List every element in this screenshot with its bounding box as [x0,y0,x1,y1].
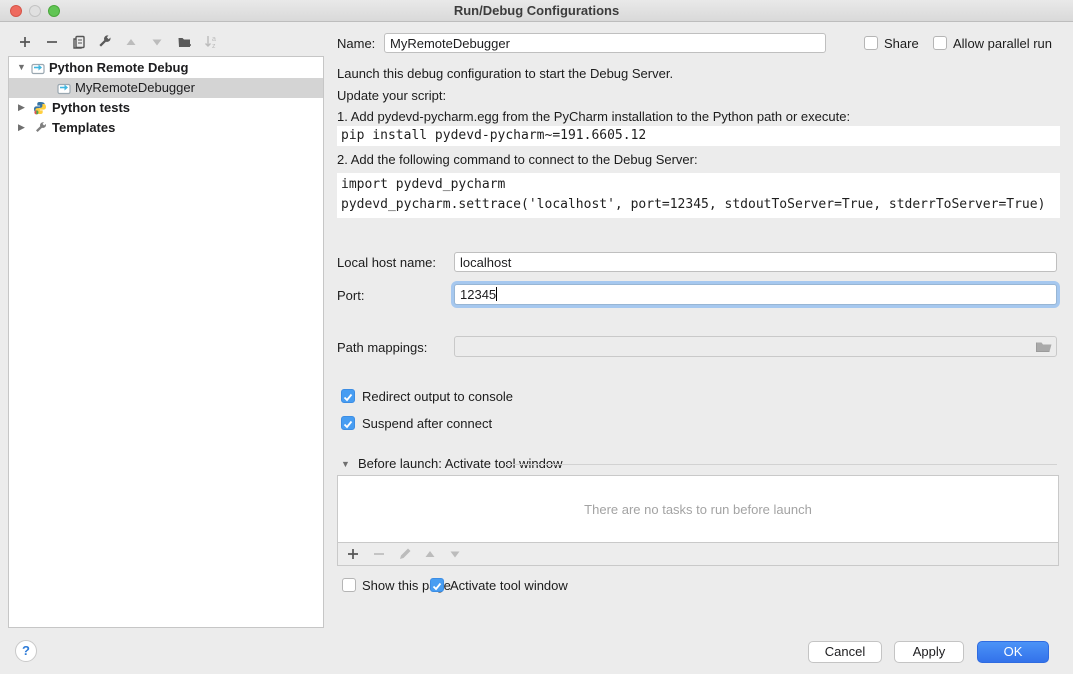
move-down-icon [149,34,165,50]
path-mappings-label: Path mappings: [337,340,427,355]
allow-parallel-run-checkbox[interactable] [933,36,947,50]
settrace-code: import pydevd_pycharm pydevd_pycharm.sett… [337,173,1060,218]
edit-templates-wrench-icon[interactable] [97,34,113,50]
suspend-after-connect-checkbox[interactable] [341,416,355,430]
instruction-line-1: Launch this debug configuration to start… [337,66,673,81]
remove-configuration-icon[interactable] [44,34,60,50]
name-label: Name: [337,36,375,51]
instruction-step-2: 2. Add the following command to connect … [337,152,698,167]
chevron-right-icon[interactable]: ▶ [18,122,25,133]
move-task-up-icon [422,546,438,562]
chevron-down-icon[interactable]: ▼ [17,62,26,72]
remote-debug-config-icon [31,61,45,75]
empty-task-list-text: There are no tasks to run before launch [584,502,812,517]
browse-folder-icon[interactable] [1035,339,1053,354]
remote-debug-config-icon [57,81,71,95]
before-launch-task-list[interactable]: There are no tasks to run before launch [337,475,1059,543]
svg-text:a: a [212,36,216,43]
pip-install-code: pip install pydevd-pycharm~=191.6605.12 [337,126,1060,146]
ok-button[interactable]: OK [977,641,1049,663]
tree-item-python-remote-debug[interactable]: ▼ Python Remote Debug [9,58,323,78]
show-this-page-checkbox[interactable] [342,578,356,592]
svg-text:z: z [212,43,216,50]
instruction-step-1: 1. Add pydevd-pycharm.egg from the PyCha… [337,109,850,124]
move-up-icon [123,34,139,50]
instruction-line-2: Update your script: [337,88,446,103]
code-line-2: pydevd_pycharm.settrace('localhost', por… [341,197,1045,212]
chevron-right-icon[interactable]: ▶ [18,102,25,113]
name-input[interactable]: MyRemoteDebugger [384,33,826,53]
before-launch-collapse-icon[interactable]: ▼ [341,459,350,469]
configurations-tree: ▼ Python Remote Debug MyRemoteDebugger ▶… [8,56,324,628]
apply-button[interactable]: Apply [894,641,964,663]
tree-item-python-tests[interactable]: ▶ Python tests [9,98,323,118]
local-host-name-input[interactable]: localhost [454,252,1057,272]
add-configuration-icon[interactable] [17,34,33,50]
help-button[interactable]: ? [15,640,37,662]
allow-parallel-run-label[interactable]: Allow parallel run [953,36,1052,51]
text-caret [496,287,497,301]
suspend-after-connect-label[interactable]: Suspend after connect [362,416,492,431]
add-task-icon[interactable] [345,546,361,562]
edit-task-pencil-icon [397,546,413,562]
templates-wrench-icon [34,121,48,135]
tree-item-label: Python tests [52,100,130,115]
copy-configuration-icon[interactable] [71,34,87,50]
cancel-button[interactable]: Cancel [808,641,882,663]
before-launch-separator [505,464,1057,465]
share-checkbox[interactable] [864,36,878,50]
local-host-name-label: Local host name: [337,255,436,270]
sort-alphabetically-icon: az [203,34,219,50]
redirect-output-label[interactable]: Redirect output to console [362,389,513,404]
before-launch-toolbar [337,543,1059,566]
move-task-down-icon [447,546,463,562]
tree-item-templates[interactable]: ▶ Templates [9,118,323,138]
share-label[interactable]: Share [884,36,919,51]
redirect-output-checkbox[interactable] [341,389,355,403]
python-tests-icon [33,101,47,115]
activate-tool-window-label[interactable]: Activate tool window [450,578,568,593]
window-title: Run/Debug Configurations [0,3,1073,18]
port-input[interactable]: 12345 [454,284,1057,305]
code-line-1: import pydevd_pycharm [341,177,505,192]
tree-item-my-remote-debugger[interactable]: MyRemoteDebugger [9,78,323,98]
port-value: 12345 [460,287,496,302]
tree-item-label: MyRemoteDebugger [75,80,195,95]
new-folder-icon[interactable] [177,34,193,50]
tree-item-label: Templates [52,120,115,135]
tree-item-label: Python Remote Debug [49,60,188,75]
path-mappings-input[interactable] [454,336,1057,357]
remove-task-icon [371,546,387,562]
port-label: Port: [337,288,364,303]
activate-tool-window-checkbox[interactable] [430,578,444,592]
title-bar: Run/Debug Configurations [0,0,1073,22]
